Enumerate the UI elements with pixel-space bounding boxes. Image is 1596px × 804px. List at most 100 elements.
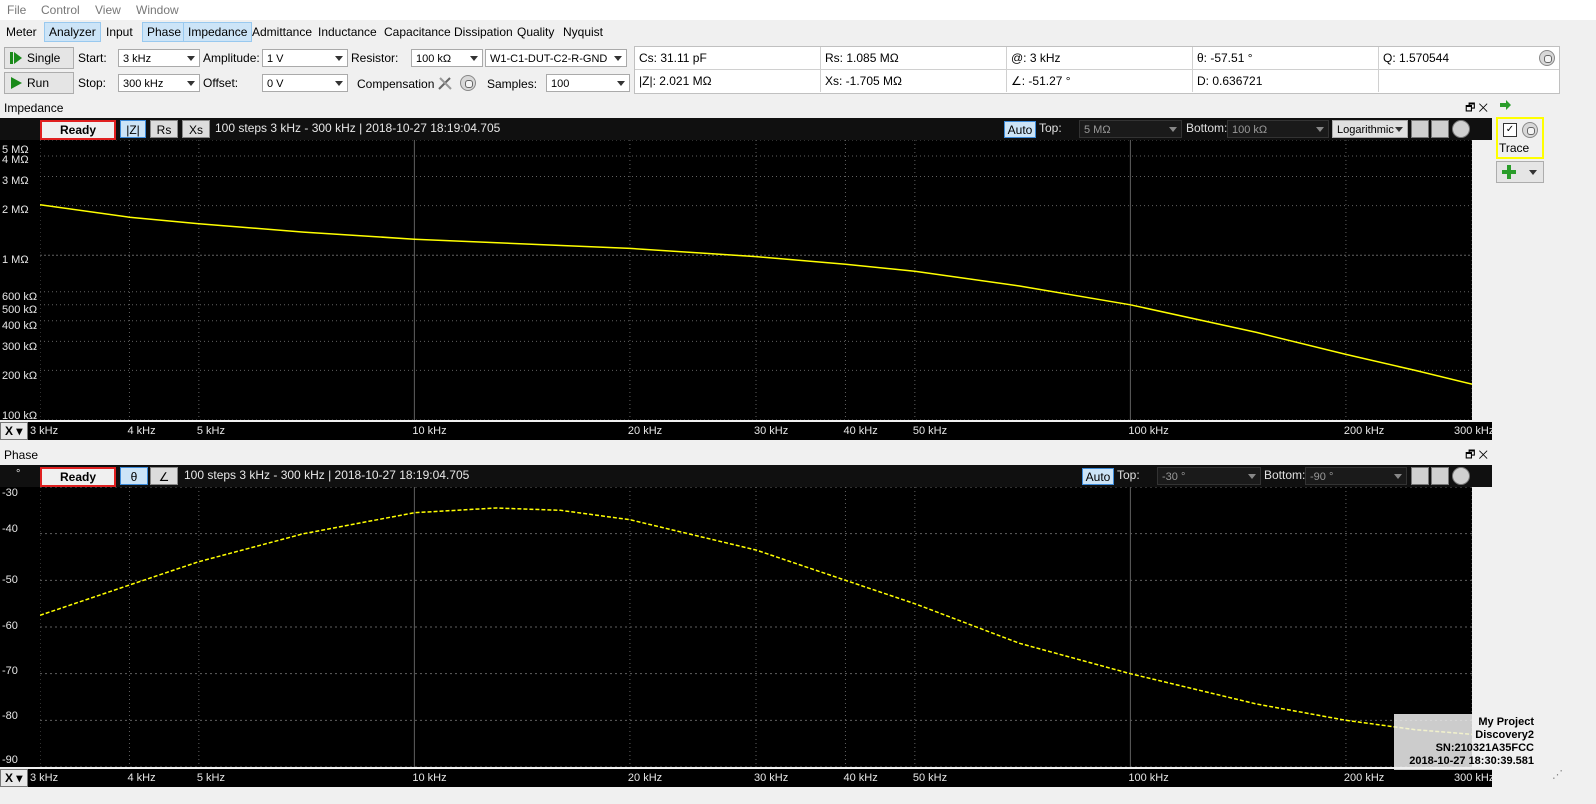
amplitude-combo[interactable]: 1 V (262, 49, 348, 67)
phase-zoom-icon[interactable] (1411, 467, 1429, 485)
menu-window[interactable]: Window (136, 3, 179, 17)
add-trace-button[interactable] (1496, 161, 1544, 183)
tab-impedance[interactable]: Impedance (183, 22, 253, 42)
theta-trace-button[interactable]: θ (120, 467, 148, 485)
phase-panel-header: Phase 🗗 ✕ (0, 447, 1492, 463)
phase-plot[interactable] (40, 487, 1472, 767)
menu-bar: File Control View Window (0, 0, 1596, 20)
resistor-combo[interactable]: 100 kΩ (411, 49, 483, 67)
impedance-toolbar: Ready |Z| Rs Xs 100 steps 3 kHz - 300 kH… (0, 118, 1492, 140)
y-tick: 3 MΩ (2, 175, 29, 187)
offset-combo[interactable]: 0 V (262, 74, 348, 92)
compensation-label: Compensation (357, 77, 435, 91)
angle-value: ∠: -51.27 ° (1007, 70, 1193, 92)
start-label: Start: (78, 51, 107, 65)
y-tick: -40 (2, 523, 18, 535)
z-value: |Z|: 2.021 MΩ (635, 70, 821, 92)
measurement-settings-icon[interactable] (1539, 50, 1555, 66)
q-value: Q: 1.570544 (1383, 51, 1450, 65)
offset-label: Offset: (203, 76, 239, 90)
phase-x-axis: X ▾ 3 kHz 4 kHz 5 kHz 10 kHz 20 kHz 30 kHz 40 … (0, 769, 1494, 787)
impedance-y-axis: 5 MΩ 4 MΩ 3 MΩ 2 MΩ 1 MΩ 600 kΩ 500 kΩ 4… (0, 140, 40, 422)
x-tick: 300 kHz (1454, 425, 1495, 437)
phase-auto-button[interactable]: Auto (1082, 468, 1114, 485)
x-tick: 3 kHz (30, 425, 59, 437)
y-tick: 2 MΩ (2, 204, 29, 216)
phase-toolbar: ° Ready θ ∠ 100 steps 3 kHz - 300 kHz | … (0, 465, 1492, 487)
trace-settings-icon[interactable] (1522, 122, 1538, 138)
run-icon (11, 77, 22, 89)
y-tick: 500 kΩ (2, 304, 38, 316)
phase-y-axis: -30 -40 -50 -60 -70 -80 -90 (0, 487, 40, 767)
x-tick: 100 kHz (1128, 425, 1169, 437)
impedance-bottom-combo[interactable]: 100 kΩ (1227, 120, 1329, 138)
y-tick: -90 (2, 754, 18, 766)
z-trace-button[interactable]: |Z| (120, 120, 146, 138)
tab-input[interactable]: Input (102, 23, 137, 41)
angle-trace-button[interactable]: ∠ (150, 467, 178, 485)
impedance-cursor-icon[interactable] (1431, 120, 1449, 138)
arrow-right-icon[interactable] (1500, 100, 1512, 110)
phase-top-combo[interactable]: -30 ° (1157, 467, 1261, 485)
impedance-window-buttons[interactable]: 🗗 ✕ (1465, 100, 1488, 116)
y-tick: 600 kΩ (2, 291, 38, 303)
rs-trace-button[interactable]: Rs (150, 120, 178, 138)
samples-combo[interactable]: 100 (546, 74, 630, 92)
x-tick: 40 kHz (843, 772, 878, 784)
xs-value: Xs: -1.705 MΩ (821, 70, 1007, 92)
menu-control[interactable]: Control (41, 3, 80, 17)
impedance-info: 100 steps 3 kHz - 300 kHz | 2018-10-27 1… (215, 121, 501, 135)
tab-analyzer[interactable]: Analyzer (44, 22, 101, 42)
phase-cursor-icon[interactable] (1431, 467, 1449, 485)
impedance-zoom-icon[interactable] (1411, 120, 1429, 138)
menu-file[interactable]: File (7, 3, 26, 17)
impedance-trace-line (40, 204, 1472, 385)
x-tick: 10 kHz (412, 425, 447, 437)
x-tick: 10 kHz (412, 772, 447, 784)
y-tick: -30 (2, 487, 18, 499)
phase-x-button[interactable]: X ▾ (0, 769, 28, 787)
impedance-settings-icon[interactable] (1452, 120, 1470, 138)
tab-nyquist[interactable]: Nyquist (559, 23, 607, 41)
single-button[interactable]: Single (4, 47, 74, 69)
start-combo[interactable]: 3 kHz (118, 49, 200, 67)
phase-bottom-combo[interactable]: -90 ° (1305, 467, 1407, 485)
compensation-settings-icon[interactable] (460, 75, 476, 91)
menu-view[interactable]: View (95, 3, 121, 17)
phase-window-buttons[interactable]: 🗗 ✕ (1465, 447, 1488, 463)
impedance-top-combo[interactable]: 5 MΩ (1079, 120, 1182, 138)
impedance-auto-button[interactable]: Auto (1004, 121, 1036, 138)
x-tick: 30 kHz (754, 772, 789, 784)
x-tick: 4 kHz (127, 425, 156, 437)
rs-value: Rs: 1.085 MΩ (821, 47, 1007, 69)
trace-item[interactable]: ✓ Trace (1496, 117, 1544, 159)
tab-capacitance[interactable]: Capacitance (380, 23, 455, 41)
phase-settings-icon[interactable] (1452, 467, 1470, 485)
phase-info: 100 steps 3 kHz - 300 kHz | 2018-10-27 1… (184, 468, 470, 482)
compensation-tools-icon[interactable] (436, 74, 454, 92)
stop-label: Stop: (78, 76, 107, 90)
wiring-combo[interactable]: W1-C1-DUT-C2-R-GND (485, 49, 627, 67)
x-tick: 20 kHz (627, 425, 663, 437)
impedance-plot[interactable] (40, 140, 1472, 420)
trace-checkbox[interactable]: ✓ (1503, 123, 1517, 137)
trace-label: Trace (1499, 141, 1530, 155)
single-icon (10, 52, 22, 64)
impedance-x-button[interactable]: X ▾ (0, 422, 28, 440)
xs-trace-button[interactable]: Xs (182, 120, 210, 138)
tab-dissipation[interactable]: Dissipation (450, 23, 517, 41)
stop-combo[interactable]: 300 kHz (118, 74, 200, 92)
phase-y-unit: ° (16, 468, 21, 480)
x-tick: 50 kHz (912, 772, 948, 784)
tab-inductance[interactable]: Inductance (314, 23, 381, 41)
x-tick: 30 kHz (754, 425, 789, 437)
tab-quality[interactable]: Quality (513, 23, 558, 41)
impedance-scale-combo[interactable]: Logarithmic (1332, 120, 1408, 138)
resize-grip-icon[interactable]: ⋰ (1552, 768, 1563, 781)
x-tick: 40 kHz (843, 425, 878, 437)
tab-phase[interactable]: Phase (142, 22, 187, 42)
tab-admittance[interactable]: Admittance (248, 23, 316, 41)
y-tick: 400 kΩ (2, 320, 38, 332)
tab-meter[interactable]: Meter (2, 23, 41, 41)
run-button[interactable]: Run (4, 72, 74, 94)
